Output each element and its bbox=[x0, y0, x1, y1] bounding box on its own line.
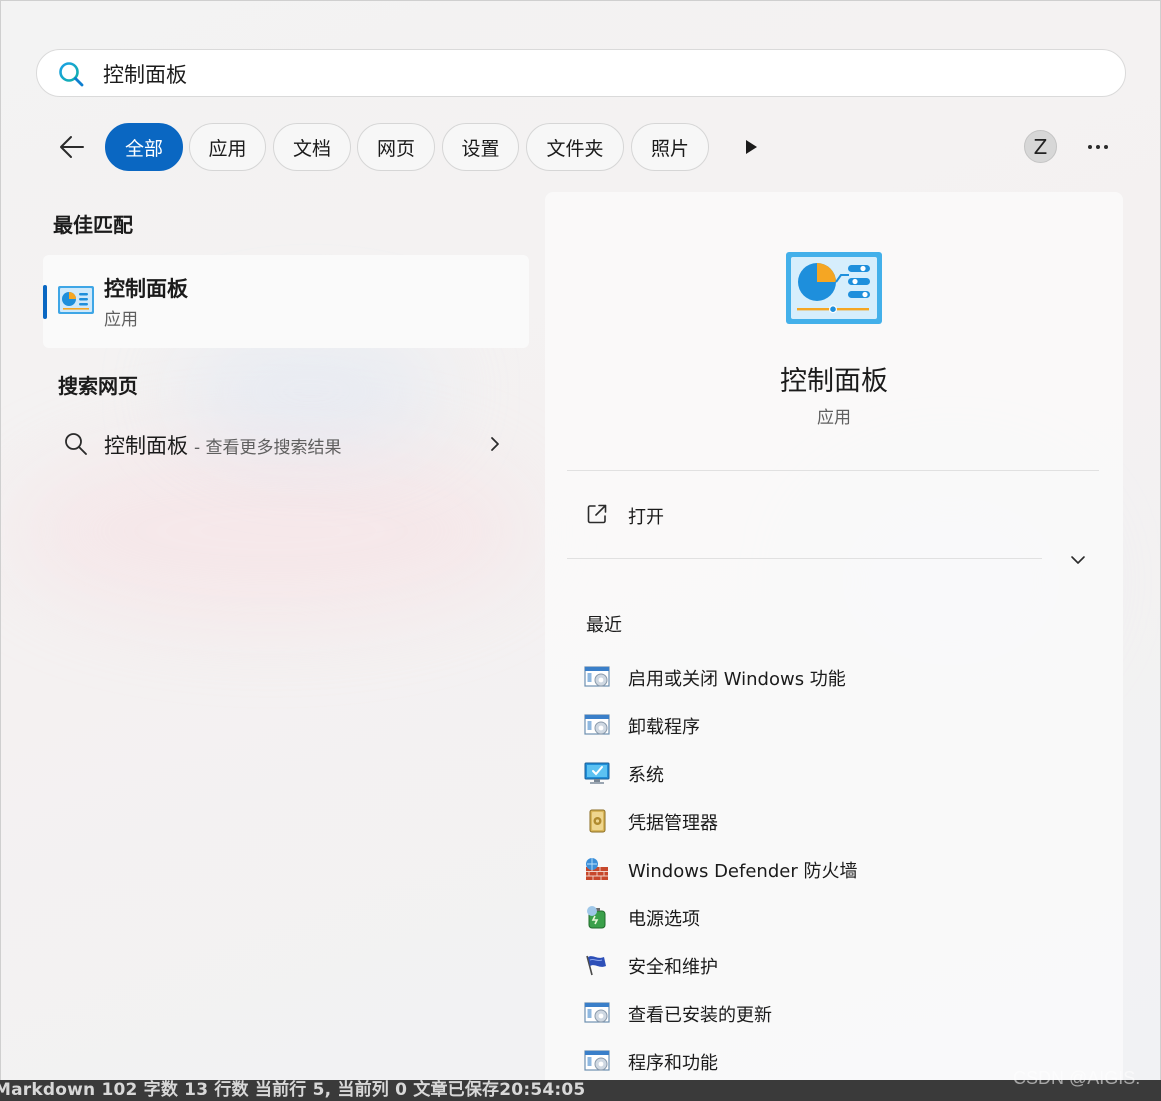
recent-item-label: 卸载程序 bbox=[628, 717, 700, 738]
tab-apps[interactable]: 应用 bbox=[189, 123, 266, 171]
best-match-name: 控制面板 bbox=[104, 277, 188, 301]
start-search-panel: 全部 应用 文档 网页 设置 文件夹 照片 Z 最佳匹配 控制面板 应用 搜索网… bbox=[0, 0, 1161, 1086]
recent-item-security-maintenance[interactable]: 安全和维护 bbox=[567, 945, 1087, 985]
control-panel-window-icon bbox=[584, 666, 610, 687]
play-arrow-icon[interactable] bbox=[739, 135, 763, 159]
back-arrow-icon[interactable] bbox=[53, 129, 93, 165]
chevron-down-icon[interactable] bbox=[1063, 547, 1093, 573]
background-glow bbox=[11, 441, 531, 621]
credential-vault-icon bbox=[589, 809, 606, 833]
recent-item-programs-features[interactable]: 程序和功能 bbox=[567, 1041, 1087, 1081]
search-icon bbox=[65, 433, 87, 455]
detail-app-title: 控制面板 bbox=[780, 366, 888, 397]
open-external-icon bbox=[587, 504, 607, 524]
best-match-result[interactable]: 控制面板 应用 bbox=[43, 255, 529, 348]
web-search-heading: 搜索网页 bbox=[58, 374, 138, 398]
recent-item-uninstall[interactable]: 卸载程序 bbox=[567, 705, 1087, 745]
power-battery-icon bbox=[587, 906, 606, 929]
search-input[interactable] bbox=[101, 58, 1085, 90]
control-panel-window-icon bbox=[584, 714, 610, 735]
web-search-query: 控制面板 bbox=[104, 434, 188, 458]
recent-heading: 最近 bbox=[586, 615, 622, 636]
control-panel-icon bbox=[58, 286, 94, 314]
recent-item-label: 电源选项 bbox=[628, 909, 700, 930]
tab-documents[interactable]: 文档 bbox=[273, 123, 351, 171]
best-match-type: 应用 bbox=[104, 310, 138, 330]
recent-item-label: 系统 bbox=[628, 765, 664, 786]
selection-indicator bbox=[43, 285, 47, 319]
recent-item-windows-features[interactable]: 启用或关闭 Windows 功能 bbox=[567, 657, 1087, 697]
more-options-icon[interactable] bbox=[1081, 131, 1115, 163]
search-icon bbox=[59, 62, 84, 87]
security-flag-icon bbox=[586, 955, 606, 976]
tab-settings[interactable]: 设置 bbox=[442, 123, 519, 171]
recent-item-label: Windows Defender 防火墙 bbox=[628, 861, 858, 882]
best-match-heading: 最佳匹配 bbox=[53, 213, 133, 237]
divider bbox=[567, 558, 1042, 559]
recent-item-credential-manager[interactable]: 凭据管理器 bbox=[567, 801, 1087, 841]
recent-item-label: 凭据管理器 bbox=[628, 813, 718, 834]
divider bbox=[567, 470, 1099, 471]
web-search-result[interactable]: 控制面板 - 查看更多搜索结果 bbox=[51, 421, 521, 467]
firewall-globe-icon bbox=[586, 858, 608, 880]
control-panel-icon bbox=[786, 252, 882, 324]
result-detail-pane: 控制面板 应用 打开 最近 启用或关闭 Windows 功能 卸载程序 系统 凭… bbox=[545, 192, 1123, 1085]
status-text: Markdown 102 字数 13 行数 当前行 5, 当前列 0 文章已保存… bbox=[0, 1080, 586, 1100]
recent-item-label: 程序和功能 bbox=[628, 1053, 718, 1074]
recent-item-system[interactable]: 系统 bbox=[567, 753, 1087, 793]
web-search-suffix: - 查看更多搜索结果 bbox=[194, 438, 342, 458]
control-panel-window-icon bbox=[584, 1002, 610, 1023]
editor-status-bar: Markdown 102 字数 13 行数 当前行 5, 当前列 0 文章已保存… bbox=[0, 1080, 1161, 1101]
avatar[interactable]: Z bbox=[1024, 130, 1057, 163]
search-box[interactable] bbox=[36, 49, 1126, 97]
control-panel-window-icon bbox=[584, 1050, 610, 1071]
recent-item-label: 查看已安装的更新 bbox=[628, 1005, 772, 1026]
open-label: 打开 bbox=[628, 507, 664, 528]
tab-photos[interactable]: 照片 bbox=[631, 123, 709, 171]
recent-item-label: 安全和维护 bbox=[628, 957, 718, 978]
recent-item-power-options[interactable]: 电源选项 bbox=[567, 897, 1087, 937]
detail-app-type: 应用 bbox=[817, 408, 851, 428]
open-button[interactable]: 打开 bbox=[567, 492, 1087, 536]
tab-folders[interactable]: 文件夹 bbox=[526, 123, 624, 171]
tab-all[interactable]: 全部 bbox=[105, 123, 183, 171]
watermark: CSDN @AIGIS. bbox=[1013, 1068, 1141, 1088]
chevron-right-icon bbox=[491, 437, 499, 451]
recent-item-firewall[interactable]: Windows Defender 防火墙 bbox=[567, 849, 1087, 889]
tab-web[interactable]: 网页 bbox=[357, 123, 435, 171]
recent-item-label: 启用或关闭 Windows 功能 bbox=[628, 669, 846, 690]
recent-item-installed-updates[interactable]: 查看已安装的更新 bbox=[567, 993, 1087, 1033]
monitor-check-icon bbox=[584, 762, 610, 784]
